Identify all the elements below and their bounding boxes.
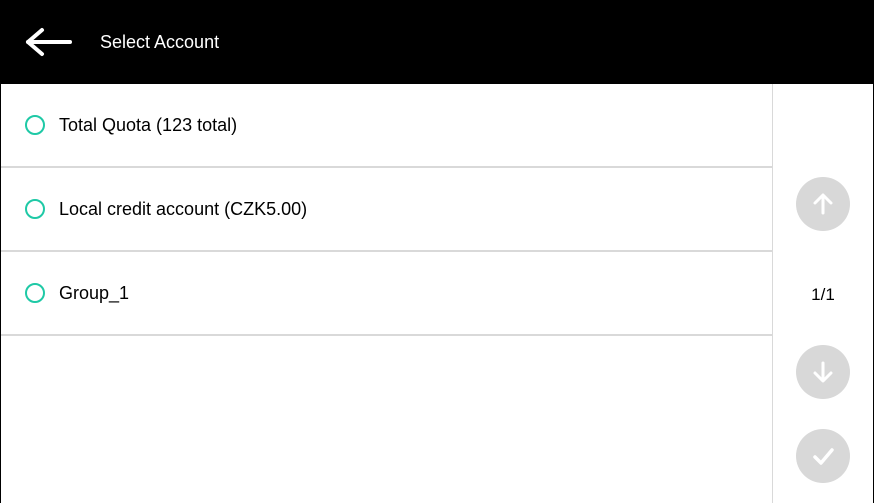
body-container: Total Quota (123 total) Local credit acc…: [0, 84, 874, 503]
check-icon: [809, 442, 837, 470]
radio-icon: [25, 283, 45, 303]
scroll-up-button[interactable]: [796, 177, 850, 231]
scroll-down-button[interactable]: [796, 345, 850, 399]
account-option-group-1[interactable]: Group_1: [1, 252, 772, 336]
account-option-total-quota[interactable]: Total Quota (123 total): [1, 84, 772, 168]
account-list: Total Quota (123 total) Local credit acc…: [1, 84, 773, 503]
back-button[interactable]: [24, 18, 72, 66]
account-option-local-credit[interactable]: Local credit account (CZK5.00): [1, 168, 772, 252]
arrow-down-icon: [810, 359, 836, 385]
arrow-up-icon: [810, 191, 836, 217]
account-label: Local credit account (CZK5.00): [59, 199, 307, 220]
side-controls: 1/1: [773, 84, 873, 503]
page-title: Select Account: [100, 32, 219, 53]
account-label: Group_1: [59, 283, 129, 304]
header-bar: Select Account: [0, 0, 874, 84]
confirm-button[interactable]: [796, 429, 850, 483]
radio-icon: [25, 115, 45, 135]
page-indicator: 1/1: [811, 285, 835, 305]
back-arrow-icon: [24, 27, 72, 57]
radio-icon: [25, 199, 45, 219]
account-label: Total Quota (123 total): [59, 115, 237, 136]
